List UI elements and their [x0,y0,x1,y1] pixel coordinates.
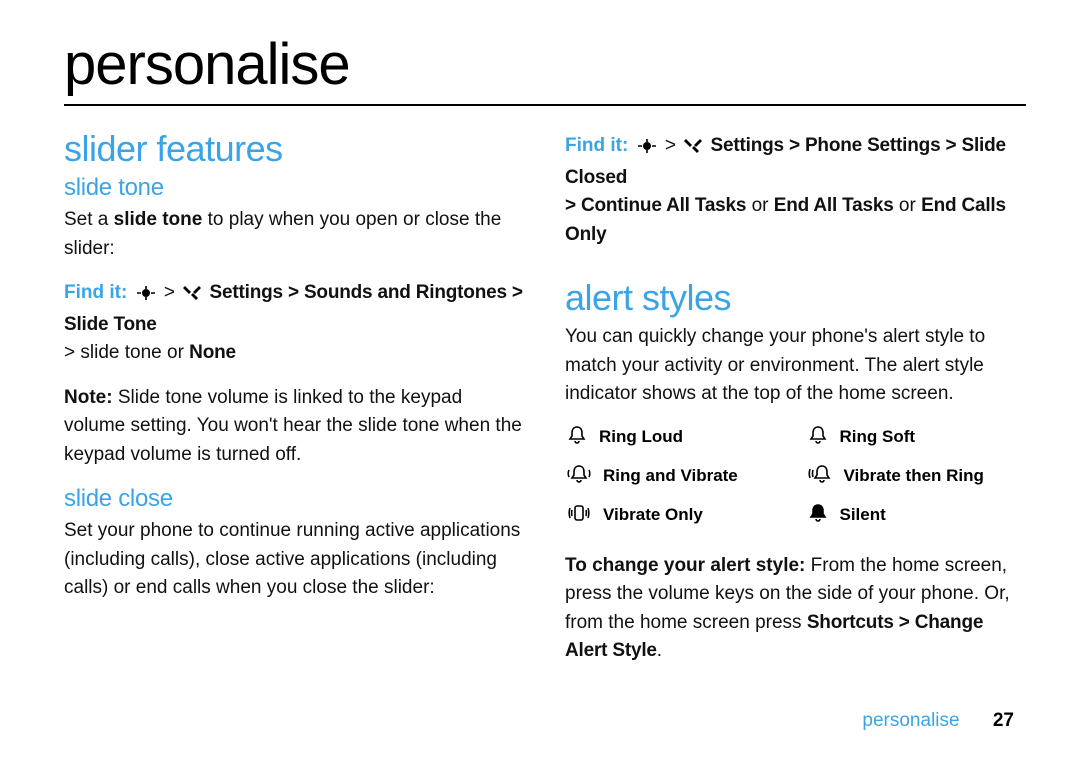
alert-silent: Silent [806,503,1027,528]
bold-text: slide tone [114,209,203,230]
alert-style-grid: Ring Loud Ring Soft Ring and Vibrate [565,425,1026,528]
tools-icon [182,282,202,311]
center-key-icon [135,282,157,311]
findit-label: Find it: [64,282,127,303]
slide-tone-note: Note: Slide tone volume is linked to the… [64,384,525,470]
page-title: personalise [64,36,1026,94]
alert-ring-loud: Ring Loud [565,425,786,450]
bold-text: To change your alert style: [565,555,805,576]
note-label: Note: [64,387,113,408]
alert-vibrate-ring: Vibrate then Ring [806,464,1027,489]
note-text: Slide tone volume is linked to the keypa… [64,387,522,465]
two-column-layout: slider features slide tone Set a slide t… [64,122,1026,682]
label: Silent [840,505,886,525]
alert-ring-vibrate: Ring and Vibrate [565,464,786,489]
page: personalise slider features slide tone S… [0,0,1080,766]
tools-icon [683,135,703,164]
findit-none: None [189,342,236,363]
bell-vibrate-icon [567,464,591,489]
or: or [746,195,773,216]
center-key-icon [636,135,658,164]
label: Vibrate then Ring [844,466,984,486]
page-footer: personalise 27 [862,710,1014,732]
sep: > [665,135,676,156]
left-column: slider features slide tone Set a slide t… [64,122,525,682]
text: Set a [64,209,114,230]
or: or [894,195,921,216]
slide-close-text: Set your phone to continue running activ… [64,517,525,603]
alert-ring-soft: Ring Soft [806,425,1027,450]
findit-path: Settings > Phone Settings > Slide Closed [565,135,1006,188]
alert-styles-intro: You can quickly change your phone's aler… [565,323,1026,409]
label: Vibrate Only [603,505,703,525]
section-alert-styles: alert styles [565,277,1026,319]
slide-tone-intro: Set a slide tone to play when you open o… [64,206,525,263]
label: Ring Loud [599,427,683,447]
text: or [162,342,189,363]
vibrate-icon [567,503,591,528]
subsection-slide-tone: slide tone [64,174,525,202]
findit-path: Settings > Sounds and Ringtones > Slide … [64,282,523,335]
subsection-slide-close: slide close [64,485,525,513]
footer-section: personalise [862,710,959,731]
right-column: Find it: > Settings > Phone Settings > S… [565,122,1026,682]
slide-tone-findit: Find it: > Settings > Sounds and Rington… [64,279,525,368]
section-slider-features: slider features [64,128,525,170]
findit-label: Find it: [565,135,628,156]
text: . [657,640,662,661]
alert-vibrate-only: Vibrate Only [565,503,786,528]
footer-page-number: 27 [993,710,1014,731]
sep: > [164,282,175,303]
title-rule [64,104,1026,106]
slide-close-findit: Find it: > Settings > Phone Settings > S… [565,132,1026,249]
label: Ring Soft [840,427,916,447]
opt-b: End All Tasks [774,195,894,216]
bell-silent-icon [808,503,828,528]
change-alert-style-text: To change your alert style: From the hom… [565,552,1026,666]
vibrate-bell-icon [808,464,832,489]
bell-outline-icon [567,425,587,450]
label: Ring and Vibrate [603,466,738,486]
bell-outline-icon [808,425,828,450]
findit-line2: > slide tone [64,342,162,363]
opt-a: > Continue All Tasks [565,195,746,216]
